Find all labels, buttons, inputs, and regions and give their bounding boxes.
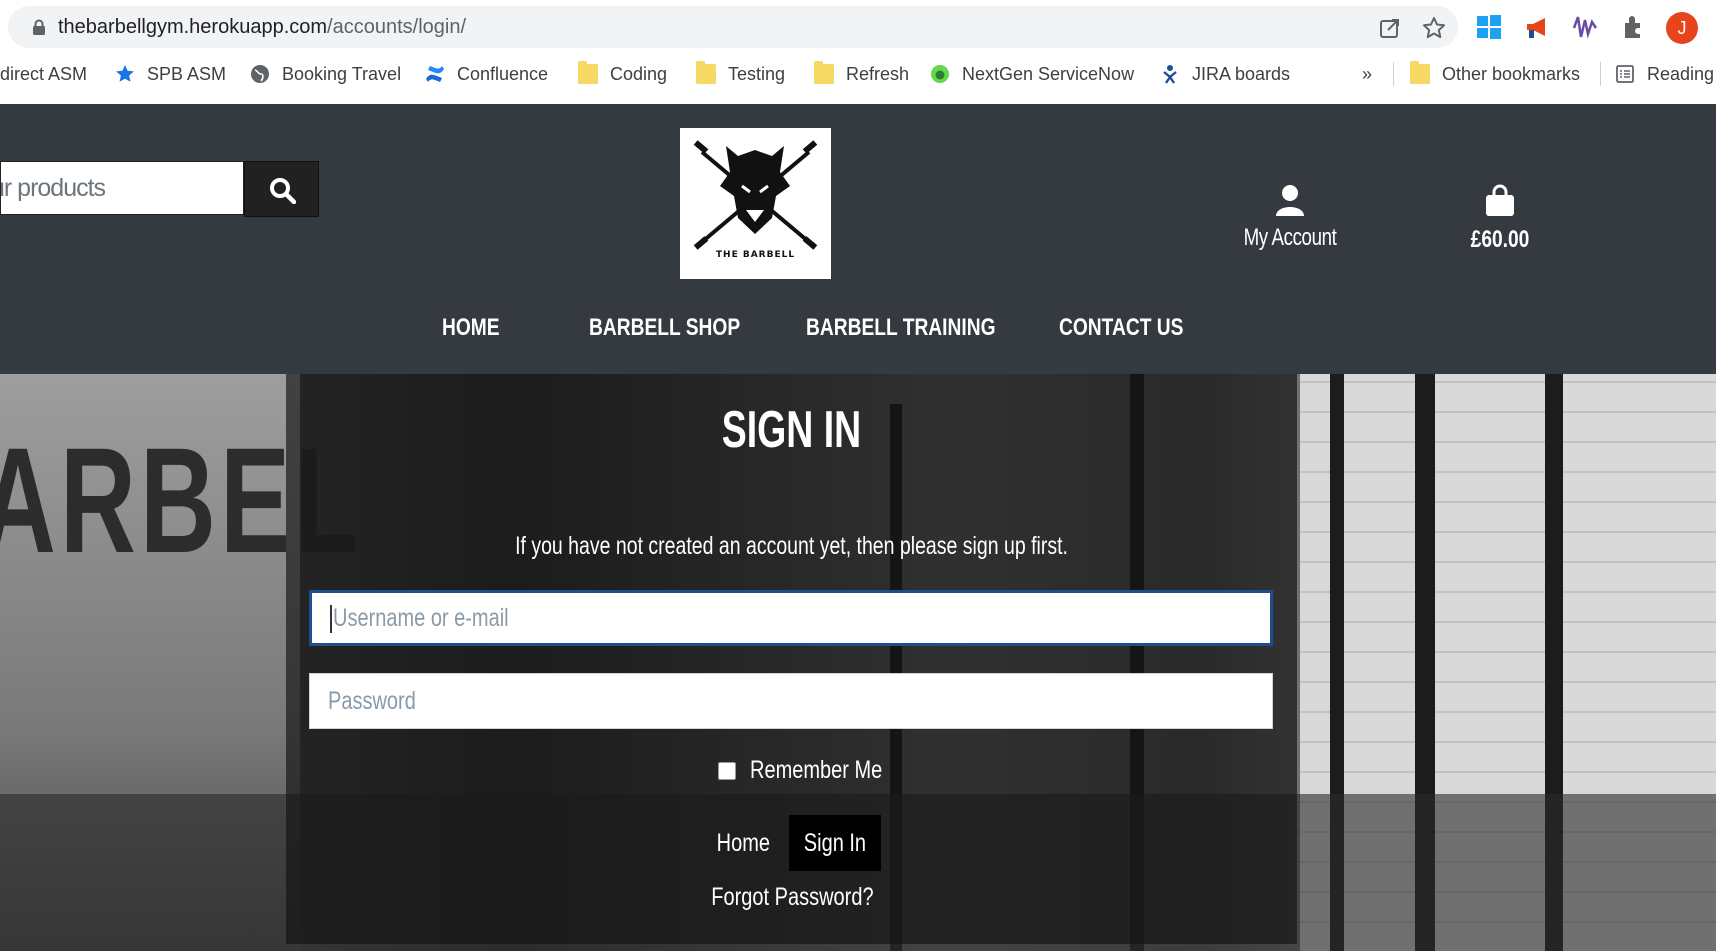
lock-icon[interactable] [32, 19, 46, 35]
search-icon [270, 178, 296, 204]
windows-extension-icon[interactable] [1476, 14, 1502, 40]
password-placeholder: Password [328, 687, 416, 715]
bookmark-testing[interactable]: Testing [696, 61, 786, 86]
my-account-label: My Account [1243, 224, 1337, 251]
url-path: /accounts/login/ [327, 16, 467, 38]
bookmark-label: Confluence [457, 63, 549, 84]
wolf-crossed-barbells-icon [693, 140, 818, 250]
site-header: ur products THE BARBELL My Account £60.0… [0, 104, 1716, 374]
confluence-icon [426, 66, 444, 82]
megaphone-extension-icon[interactable] [1524, 14, 1550, 40]
home-button[interactable]: Home [700, 817, 786, 869]
bookmark-label: Refresh [846, 63, 910, 84]
other-bookmarks[interactable]: Other bookmarks [1410, 61, 1581, 86]
site-logo[interactable]: THE BARBELL [680, 128, 831, 279]
url-host: thebarbellgym.herokuapp.com [58, 16, 328, 38]
chevron-icon: » [1362, 63, 1373, 84]
bookmark-label: SPB ASM [147, 63, 227, 84]
text-caret [330, 605, 332, 634]
address-bar[interactable]: thebarbellgym.herokuapp.com/accounts/log… [8, 6, 1458, 48]
page-title: SIGN IN [721, 401, 862, 459]
servicenow-icon [931, 65, 949, 83]
bookmark-label: Booking Travel [282, 63, 402, 84]
remember-me-checkbox[interactable] [718, 761, 736, 780]
folder-icon [696, 61, 716, 84]
bookmark-booking-travel[interactable]: Booking Travel [250, 62, 401, 86]
globe-icon [251, 65, 269, 83]
my-account-link[interactable]: My Account [1230, 184, 1350, 252]
user-icon [1276, 185, 1304, 216]
bookmark-label: Other bookmarks [1442, 63, 1581, 84]
search-input[interactable]: ur products [0, 161, 244, 215]
bookmarks-overflow-chevron[interactable]: » [1362, 62, 1372, 86]
bookmark-spb-asm[interactable]: SPB ASM [115, 62, 226, 86]
profile-avatar[interactable]: J [1666, 12, 1698, 44]
bookmark-label: JIRA boards [1192, 63, 1291, 84]
star-icon [116, 65, 134, 82]
username-field[interactable]: Username or e-mail [309, 590, 1273, 646]
bookmark-confluence[interactable]: Confluence [425, 62, 548, 86]
folder-icon [814, 61, 834, 84]
waveform-extension-icon[interactable] [1572, 14, 1598, 40]
logo-wordmark: THE BARBELL [715, 250, 796, 260]
forgot-password-link[interactable]: Forgot Password? [686, 883, 898, 912]
folder-icon [578, 61, 598, 84]
bookmark-label: Testing [728, 63, 786, 84]
bookmark-label: NextGen ServiceNow [962, 63, 1135, 84]
forgot-password-label: Forgot Password? [710, 883, 874, 911]
sign-in-button-label: Sign In [803, 829, 867, 857]
bookmark-divider [1393, 62, 1394, 86]
share-icon[interactable] [1378, 16, 1402, 40]
bookmark-coding[interactable]: Coding [578, 61, 668, 86]
username-placeholder: Username or e-mail [333, 604, 509, 632]
bookmark-star-icon[interactable] [1422, 16, 1446, 40]
shopping-bag-link[interactable]: £60.00 [1450, 184, 1550, 254]
reading-list[interactable]: Reading [1615, 62, 1714, 86]
bookmarks-bar: direct ASM SPB ASM Booking Travel Conflu… [0, 56, 1716, 92]
folder-icon [1410, 61, 1430, 84]
home-button-label: Home [716, 829, 770, 857]
remember-me-label: Remember Me [750, 756, 883, 784]
password-field[interactable]: Password [309, 673, 1273, 729]
bookmark-jira-boards[interactable]: JIRA boards [1160, 62, 1290, 86]
nav-barbell-training[interactable]: BARBELL TRAINING [806, 314, 996, 342]
search-button[interactable] [244, 161, 319, 217]
bookmark-nextgen-servicenow[interactable]: NextGen ServiceNow [930, 62, 1134, 86]
nav-contact-us[interactable]: CONTACT US [1059, 314, 1183, 342]
search-placeholder: ur products [0, 174, 106, 202]
bookmark-direct-asm[interactable]: direct ASM [0, 62, 87, 86]
jira-icon [1163, 65, 1177, 84]
sign-in-button[interactable]: Sign In [789, 815, 881, 871]
browser-chrome: thebarbellgym.herokuapp.com/accounts/log… [0, 0, 1716, 105]
bookmark-label: Coding [610, 63, 668, 84]
remember-me[interactable]: Remember Me [718, 756, 915, 785]
shopping-bag-icon [1486, 184, 1514, 216]
bag-total: £60.00 [1470, 226, 1530, 253]
nav-home[interactable]: HOME [442, 314, 500, 342]
url-text[interactable]: thebarbellgym.herokuapp.com/accounts/log… [58, 16, 466, 39]
signup-hint-text: If you have not created an account yet, … [515, 532, 1068, 560]
nav-barbell-shop[interactable]: BARBELL SHOP [589, 314, 740, 342]
bookmark-divider [1600, 62, 1601, 86]
bookmark-refresh[interactable]: Refresh [814, 61, 910, 86]
bookmark-label: Reading [1647, 63, 1715, 84]
reading-list-icon [1616, 65, 1634, 83]
puzzle-extensions-icon[interactable] [1620, 14, 1646, 40]
bookmark-label: direct ASM [0, 63, 88, 84]
